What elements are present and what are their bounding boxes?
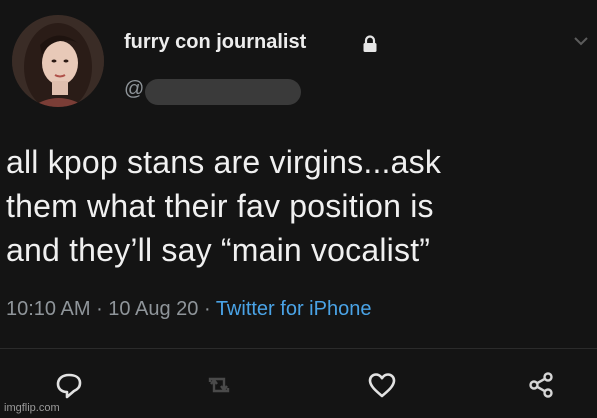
watermark: imgflip.com [4,402,60,414]
tweet-text: all kpop stans are virgins...ask them wh… [6,144,442,268]
tweet-source[interactable]: Twitter for iPhone [216,298,372,320]
lock-icon [363,35,377,52]
handle-redaction [145,79,301,105]
meta-separator: · [198,298,216,320]
tweet-meta: 10:10 AM · 10 Aug 20 · Twitter for iPhon… [6,298,371,321]
tweet-time[interactable]: 10:10 AM [6,298,91,320]
meta-separator: · [90,298,109,320]
share-icon[interactable] [526,370,556,400]
heart-icon[interactable] [367,370,397,400]
display-name[interactable]: furry con journalist [124,31,306,54]
retweet-icon[interactable] [204,370,234,400]
reply-icon[interactable] [54,370,84,400]
tweet-card: furry con journalist @ all kpop stans ar… [0,0,597,418]
handle[interactable]: @ [124,78,144,101]
avatar[interactable] [12,15,104,107]
chevron-down-icon[interactable] [574,36,588,46]
tweet-date[interactable]: 10 Aug 20 [108,298,198,320]
divider [0,348,597,349]
